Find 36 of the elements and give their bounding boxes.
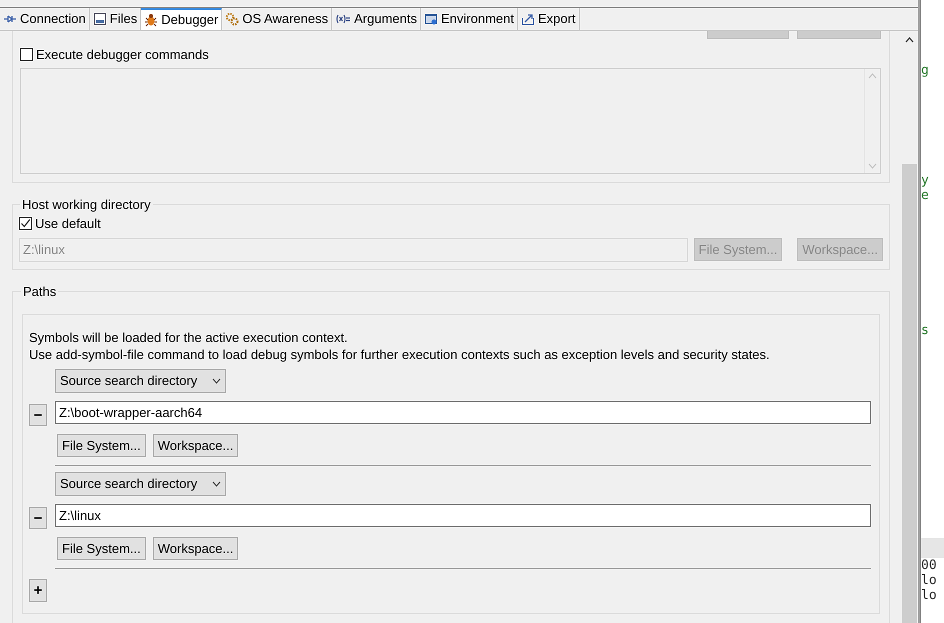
code-fragment: s	[921, 323, 930, 338]
type-dropdown[interactable]: Source search directory	[55, 472, 226, 496]
checkbox-label: Use default	[35, 214, 101, 233]
remove-button[interactable]: −	[29, 507, 47, 529]
info-text: Symbols will be loaded for the active execution context.	[29, 329, 349, 346]
console-fragment: lo	[921, 588, 938, 603]
checkbox[interactable]	[20, 48, 33, 61]
code-fragment: e	[921, 188, 930, 203]
group-title: Paths	[22, 282, 58, 300]
export-icon	[520, 12, 535, 26]
path-field[interactable]: Z:\boot-wrapper-aarch64	[55, 401, 871, 424]
console-fragment: 00	[921, 558, 938, 573]
console-fragment: lo	[921, 573, 938, 588]
console-header-bar	[921, 538, 944, 558]
browse-button[interactable]: Workspace...	[152, 434, 238, 457]
browse-button[interactable]: Workspace...	[152, 537, 238, 560]
checkbox-label: Execute debugger commands	[36, 46, 209, 64]
chevron-down-icon	[212, 481, 221, 487]
remove-button[interactable]: −	[29, 404, 47, 426]
gears-icon	[225, 12, 240, 26]
window-icon	[424, 12, 438, 26]
code-fragment: g	[921, 63, 930, 78]
code-fragment: y	[921, 173, 930, 188]
browse-button[interactable]: File System...	[57, 434, 146, 457]
chevron-down-icon	[212, 378, 221, 384]
tab[interactable]: Debugger	[141, 8, 222, 30]
path-field[interactable]: Z:\linux	[55, 504, 871, 527]
group-title: Host working directory	[21, 196, 152, 214]
type-dropdown[interactable]: Source search directory	[55, 369, 226, 393]
info-text: Use add-symbol-file command to load debug symbols for further execution contexts such as exception levels and security states.	[29, 346, 771, 363]
binary-file-icon	[92, 12, 107, 26]
browse-button[interactable]: File System...	[57, 537, 146, 560]
scrollbar-thumb[interactable]	[902, 164, 917, 623]
variable-icon	[335, 12, 352, 26]
add-button[interactable]: +	[29, 579, 47, 602]
bug-icon	[144, 13, 158, 27]
